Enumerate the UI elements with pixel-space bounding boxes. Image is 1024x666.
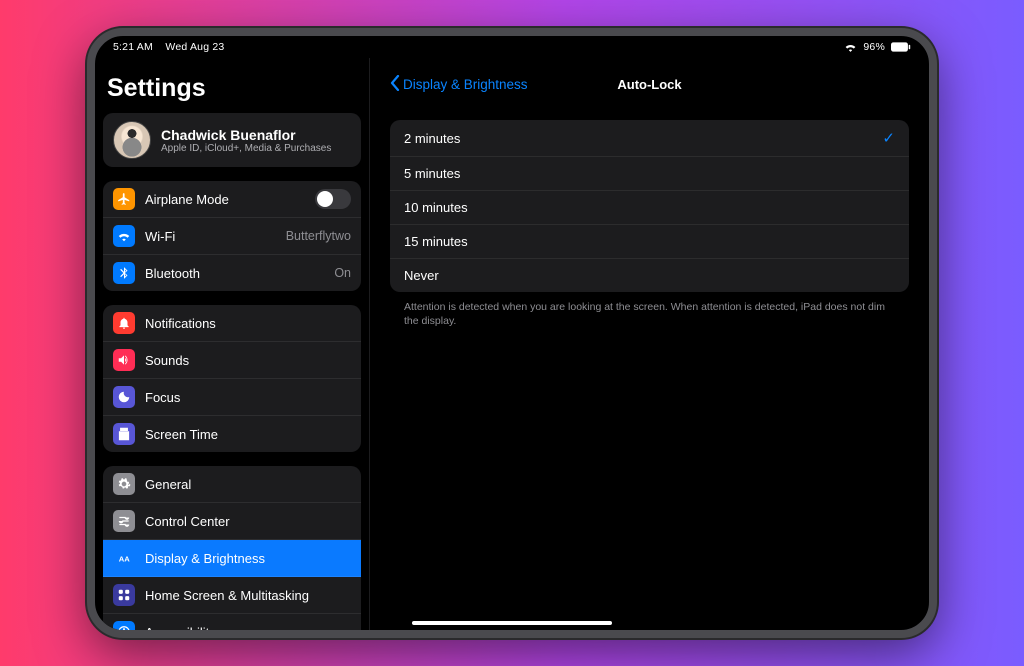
sidebar-item-label: Screen Time: [145, 427, 351, 442]
status-time: 5:21 AM: [113, 41, 153, 53]
option-15min[interactable]: 15 minutes: [390, 225, 909, 259]
navbar: Display & Brightness Auto-Lock: [390, 68, 909, 100]
airplane-icon: [113, 188, 135, 210]
airplane-toggle[interactable]: [315, 189, 351, 209]
sidebar-item-label: Accessibility: [145, 625, 351, 631]
sounds-icon: [113, 349, 135, 371]
profile-row[interactable]: Chadwick Buenaflor Apple ID, iCloud+, Me…: [103, 113, 361, 167]
sidebar-item-controlcenter[interactable]: Control Center: [103, 503, 361, 540]
battery-icon: [891, 42, 911, 52]
battery-pct: 96%: [863, 41, 885, 53]
sidebar-item-label: Airplane Mode: [145, 192, 305, 207]
sidebar-item-label: Control Center: [145, 514, 351, 529]
checkmark-icon: ✓: [882, 129, 895, 147]
footer-text: Attention is detected when you are looki…: [390, 292, 909, 328]
svg-text:AA: AA: [119, 555, 130, 564]
ipad-frame: 5:21 AM Wed Aug 23 96% Settings Chadwick…: [87, 28, 937, 638]
option-2min[interactable]: 2 minutes ✓: [390, 120, 909, 157]
wifi-settings-icon: [113, 225, 135, 247]
profile-group: Chadwick Buenaflor Apple ID, iCloud+, Me…: [103, 113, 361, 167]
gear-icon: [113, 473, 135, 495]
controlcenter-icon: [113, 510, 135, 532]
option-label: 2 minutes: [404, 131, 460, 146]
option-label: 10 minutes: [404, 200, 468, 215]
bluetooth-value: On: [334, 266, 351, 280]
status-date: Wed Aug 23: [165, 41, 224, 53]
sidebar-item-label: Display & Brightness: [145, 551, 351, 566]
profile-sub: Apple ID, iCloud+, Media & Purchases: [161, 143, 331, 154]
status-left: 5:21 AM Wed Aug 23: [113, 41, 224, 53]
option-label: Never: [404, 268, 439, 283]
sidebar-item-label: Focus: [145, 390, 351, 405]
display-icon: AA: [113, 547, 135, 569]
sidebar-item-label: General: [145, 477, 351, 492]
sidebar-item-label: Home Screen & Multitasking: [145, 588, 351, 603]
page-title: Auto-Lock: [390, 77, 909, 92]
sidebar-item-focus[interactable]: Focus: [103, 379, 361, 416]
settings-title: Settings: [107, 74, 357, 103]
profile-name: Chadwick Buenaflor: [161, 127, 331, 143]
alerts-group: Notifications Sounds Focus: [103, 305, 361, 452]
accessibility-icon: [113, 621, 135, 630]
wifi-value: Butterflytwo: [286, 229, 351, 243]
detail-pane: Display & Brightness Auto-Lock 2 minutes…: [370, 58, 929, 630]
options-list: 2 minutes ✓ 5 minutes 10 minutes 15 minu…: [390, 120, 909, 292]
option-never[interactable]: Never: [390, 259, 909, 292]
home-indicator[interactable]: [412, 621, 612, 625]
avatar: [113, 121, 151, 159]
sidebar: Settings Chadwick Buenaflor Apple ID, iC…: [95, 58, 370, 630]
sidebar-item-accessibility[interactable]: Accessibility: [103, 614, 361, 630]
status-bar: 5:21 AM Wed Aug 23 96%: [95, 36, 929, 58]
wifi-icon: [844, 42, 857, 52]
option-label: 5 minutes: [404, 166, 460, 181]
sidebar-item-display[interactable]: AA Display & Brightness: [103, 540, 361, 577]
sidebar-item-label: Sounds: [145, 353, 351, 368]
sidebar-item-general[interactable]: General: [103, 466, 361, 503]
sidebar-item-screentime[interactable]: Screen Time: [103, 416, 361, 452]
system-group: General Control Center AA Display & Brig…: [103, 466, 361, 630]
sidebar-item-airplane[interactable]: Airplane Mode: [103, 181, 361, 218]
sidebar-item-label: Notifications: [145, 316, 351, 331]
homescreen-icon: [113, 584, 135, 606]
focus-icon: [113, 386, 135, 408]
sidebar-item-sounds[interactable]: Sounds: [103, 342, 361, 379]
sidebar-item-notifications[interactable]: Notifications: [103, 305, 361, 342]
bluetooth-icon: [113, 262, 135, 284]
option-10min[interactable]: 10 minutes: [390, 191, 909, 225]
notifications-icon: [113, 312, 135, 334]
status-right: 96%: [844, 41, 911, 53]
screentime-icon: [113, 423, 135, 445]
option-label: 15 minutes: [404, 234, 468, 249]
sidebar-item-label: Wi-Fi: [145, 229, 276, 244]
sidebar-item-label: Bluetooth: [145, 266, 324, 281]
sidebar-item-bluetooth[interactable]: Bluetooth On: [103, 255, 361, 291]
option-5min[interactable]: 5 minutes: [390, 157, 909, 191]
sidebar-item-wifi[interactable]: Wi-Fi Butterflytwo: [103, 218, 361, 255]
sidebar-item-homescreen[interactable]: Home Screen & Multitasking: [103, 577, 361, 614]
network-group: Airplane Mode Wi-Fi Butterflytwo Bluetoo…: [103, 181, 361, 291]
